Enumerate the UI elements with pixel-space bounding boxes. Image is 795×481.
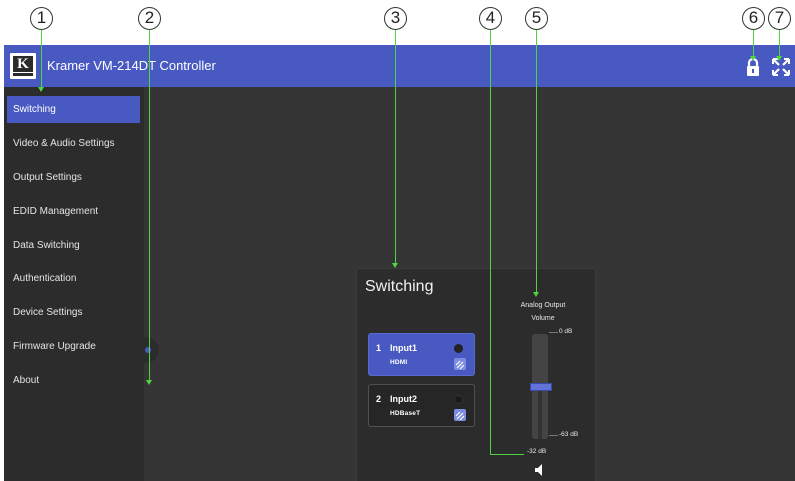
sidebar-item-data-switching[interactable]: Data Switching bbox=[4, 232, 144, 259]
kramer-logo: K bbox=[10, 53, 36, 79]
input-name: Input2 bbox=[390, 394, 417, 404]
callout-1: 1 bbox=[30, 7, 53, 30]
callout-arrow-1 bbox=[38, 87, 44, 92]
input-number: 2 bbox=[376, 394, 382, 404]
sidebar-item-video-audio-settings[interactable]: Video & Audio Settings bbox=[4, 130, 144, 157]
callout-line-1 bbox=[41, 30, 42, 87]
input-number: 1 bbox=[376, 343, 382, 353]
callout-5: 5 bbox=[525, 7, 548, 30]
signal-indicator bbox=[454, 395, 463, 404]
callout-line-6 bbox=[753, 30, 754, 56]
sidebar-collapse-button[interactable] bbox=[141, 337, 159, 363]
volume-label-line2: Volume bbox=[531, 315, 555, 322]
callout-2: 2 bbox=[138, 7, 161, 30]
volume-slider-fill bbox=[538, 387, 542, 439]
speaker-icon[interactable] bbox=[534, 463, 548, 477]
callout-line-4 bbox=[490, 30, 491, 454]
volume-current-value: -32 dB bbox=[527, 448, 547, 455]
volume-slider[interactable] bbox=[530, 334, 552, 439]
sidebar-item-firmware-upgrade[interactable]: Firmware Upgrade bbox=[4, 333, 144, 360]
app-window: K Kramer VM-214DT Controller Switching V… bbox=[4, 45, 795, 481]
volume-label-line1: Analog Output bbox=[520, 302, 566, 309]
tick-line-min bbox=[549, 435, 558, 436]
switching-panel: Switching 1 Input1 HDMI 2 Input2 HDBaseT… bbox=[356, 268, 596, 481]
chevron-left-icon bbox=[145, 347, 151, 353]
callout-arrow-3 bbox=[392, 263, 398, 268]
volume-min-label: -63 dB bbox=[559, 431, 579, 438]
panel-title: Switching bbox=[365, 278, 434, 295]
sidebar-item-about[interactable]: About bbox=[4, 367, 144, 394]
sidebar-item-edid-management[interactable]: EDID Management bbox=[4, 198, 144, 225]
callout-line-4b bbox=[490, 454, 524, 455]
callout-arrow-7 bbox=[776, 56, 782, 61]
callout-6: 6 bbox=[742, 7, 765, 30]
tick-line-max bbox=[549, 332, 558, 333]
sidebar-item-switching[interactable]: Switching bbox=[7, 96, 140, 123]
logo-bar bbox=[13, 73, 33, 76]
callout-arrow-6 bbox=[750, 56, 756, 61]
signal-indicator bbox=[454, 344, 463, 353]
app-title: Kramer VM-214DT Controller bbox=[47, 58, 216, 73]
callout-line-5 bbox=[536, 30, 537, 292]
callout-line-2 bbox=[149, 30, 150, 380]
link-icon[interactable] bbox=[454, 358, 466, 370]
callout-line-3 bbox=[395, 30, 396, 263]
input-type: HDMI bbox=[390, 359, 408, 366]
callout-arrow-5 bbox=[533, 292, 539, 297]
callout-4: 4 bbox=[479, 7, 502, 30]
input-name: Input1 bbox=[390, 343, 417, 353]
sidebar-item-output-settings[interactable]: Output Settings bbox=[4, 164, 144, 191]
logo-letter: K bbox=[13, 56, 33, 72]
input-type: HDBaseT bbox=[390, 410, 421, 417]
link-icon[interactable] bbox=[454, 409, 466, 421]
volume-max-label: 0 dB bbox=[559, 328, 573, 335]
callout-3: 3 bbox=[384, 7, 407, 30]
sidebar-item-authentication[interactable]: Authentication bbox=[4, 265, 144, 292]
input-card-2[interactable]: 2 Input2 HDBaseT bbox=[368, 384, 475, 427]
callout-line-7 bbox=[779, 30, 780, 56]
callout-7: 7 bbox=[768, 7, 791, 30]
sidebar-item-device-settings[interactable]: Device Settings bbox=[4, 299, 144, 326]
callout-arrow-2 bbox=[146, 380, 152, 385]
header-bar: K Kramer VM-214DT Controller bbox=[4, 45, 795, 87]
volume-slider-handle[interactable] bbox=[530, 383, 552, 392]
sidebar-nav: Switching Video & Audio Settings Output … bbox=[4, 87, 144, 481]
input-card-1[interactable]: 1 Input1 HDMI bbox=[368, 333, 475, 376]
